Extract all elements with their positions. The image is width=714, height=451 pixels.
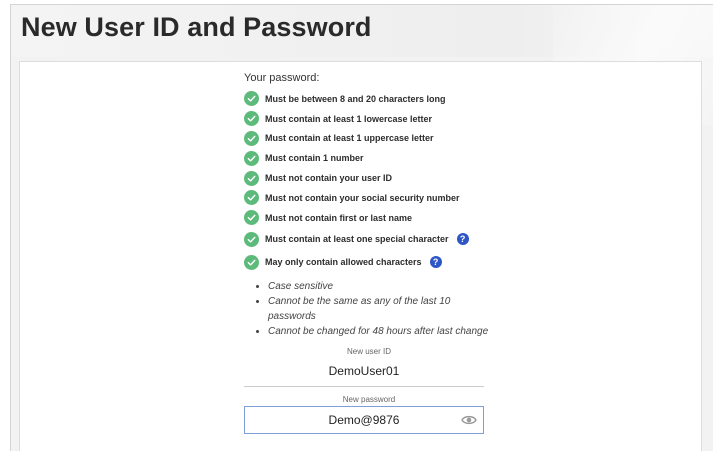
requirement-text: Must contain at least 1 lowercase letter bbox=[265, 113, 433, 124]
check-circle-icon bbox=[244, 130, 259, 146]
password-label: New password bbox=[342, 394, 396, 404]
requirements-list: Must be between 8 and 20 characters long… bbox=[244, 89, 494, 274]
user-id-value: DemoUser01 bbox=[244, 364, 484, 387]
note-item: Cannot be the same as any of the last 10… bbox=[268, 294, 494, 324]
password-form: Your password: Must be between 8 and 20 … bbox=[244, 72, 494, 434]
requirement-text: Must contain at least one special charac… bbox=[265, 234, 449, 245]
requirement-item: Must not contain first or last name bbox=[244, 208, 494, 228]
check-circle-icon bbox=[244, 254, 259, 270]
header-band: New User ID and Password bbox=[11, 5, 713, 125]
requirement-text: Must contain 1 number bbox=[265, 153, 364, 164]
password-value: Demo@9876 bbox=[328, 412, 400, 427]
help-icon[interactable]: ? bbox=[456, 233, 469, 246]
check-circle-icon bbox=[244, 210, 259, 226]
password-field[interactable]: Demo@9876 bbox=[244, 405, 484, 434]
check-circle-icon bbox=[244, 150, 259, 166]
check-circle-icon bbox=[244, 170, 259, 186]
requirement-item: Must contain at least one special charac… bbox=[244, 228, 494, 251]
user-id-label: New user ID bbox=[346, 346, 391, 356]
requirement-item: Must contain at least 1 lowercase letter bbox=[244, 109, 494, 129]
requirement-item: Must contain 1 number bbox=[244, 148, 494, 168]
password-notes: Case sensitive Cannot be the same as any… bbox=[244, 279, 494, 339]
requirement-item: Must not contain your social security nu… bbox=[244, 188, 494, 208]
requirement-text: Must be between 8 and 20 characters long bbox=[265, 93, 446, 104]
requirement-item: Must contain at least 1 uppercase letter bbox=[244, 129, 494, 149]
requirement-item: Must not contain your user ID bbox=[244, 168, 494, 188]
requirement-text: Must not contain your social security nu… bbox=[265, 192, 460, 203]
note-item: Case sensitive bbox=[268, 279, 494, 294]
form-card: Your password: Must be between 8 and 20 … bbox=[19, 61, 702, 451]
requirement-text: May only contain allowed characters bbox=[265, 257, 422, 268]
requirement-text: Must contain at least 1 uppercase letter bbox=[265, 133, 434, 144]
eye-icon[interactable] bbox=[461, 413, 477, 427]
check-circle-icon bbox=[244, 231, 259, 247]
requirements-intro: Your password: bbox=[244, 72, 320, 84]
requirement-text: Must not contain first or last name bbox=[265, 212, 413, 223]
check-circle-icon bbox=[244, 190, 259, 206]
check-circle-icon bbox=[244, 111, 259, 127]
help-icon[interactable]: ? bbox=[429, 256, 442, 269]
page-frame: New User ID and Password Your password: … bbox=[10, 4, 713, 451]
page-title: New User ID and Password bbox=[21, 12, 372, 42]
requirement-item: Must be between 8 and 20 characters long bbox=[244, 89, 494, 109]
check-circle-icon bbox=[244, 91, 259, 107]
note-item: Cannot be changed for 48 hours after las… bbox=[268, 324, 494, 339]
requirement-text: Must not contain your user ID bbox=[265, 173, 393, 184]
requirement-item: May only contain allowed characters ? bbox=[244, 251, 494, 274]
